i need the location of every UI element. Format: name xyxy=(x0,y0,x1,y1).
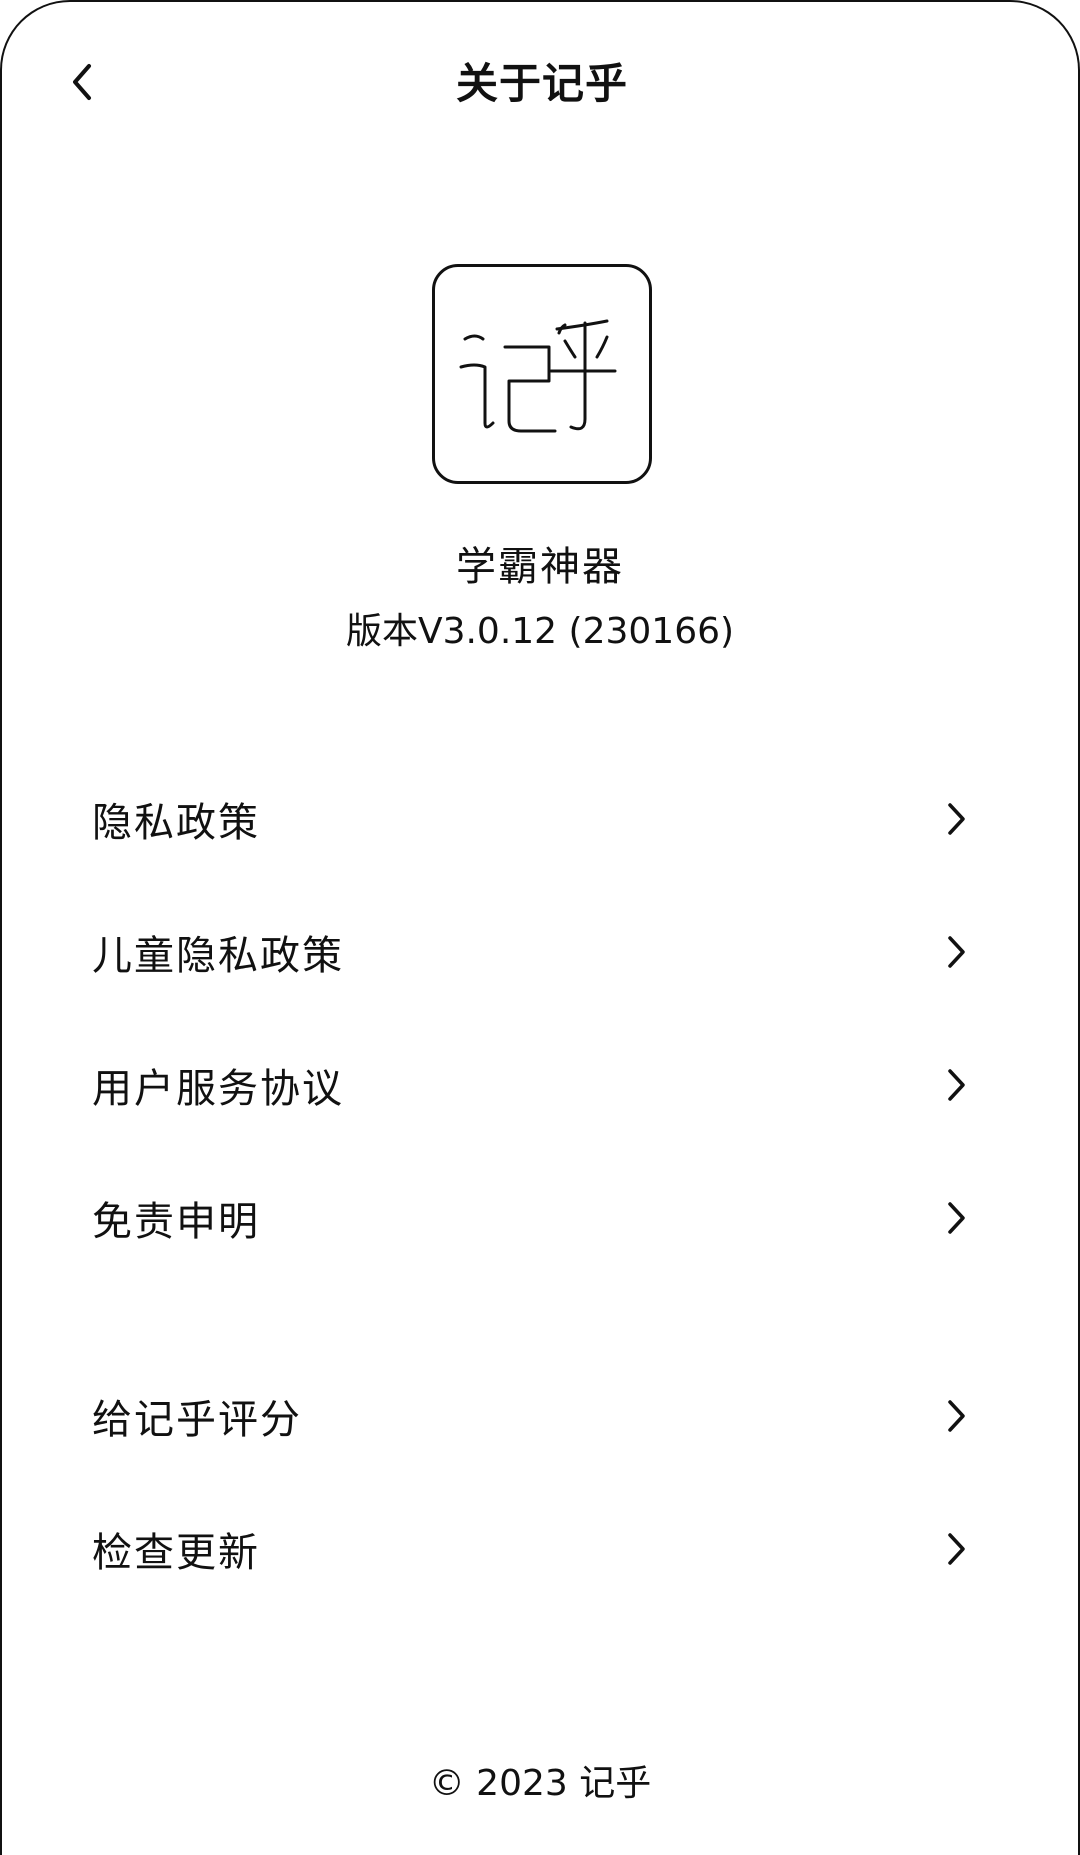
app-name: 学霸神器 xyxy=(456,544,624,590)
menu-item-user-agreement[interactable]: 用户服务协议 xyxy=(2,1030,1080,1140)
chevron-right-icon xyxy=(942,932,972,972)
menu-item-disclaimer[interactable]: 免责申明 xyxy=(2,1163,1080,1273)
menu-item-label: 免责申明 xyxy=(92,1199,260,1245)
app-logo xyxy=(432,264,652,484)
chevron-right-icon xyxy=(942,1529,972,1569)
about-screen: 关于记乎 学霸神器 版本V3.0.12 (230166) 隐私政策 儿童隐私政策… xyxy=(0,0,1080,1855)
chevron-right-icon xyxy=(942,1396,972,1436)
menu-item-label: 给记乎评分 xyxy=(92,1397,302,1443)
menu-item-label: 儿童隐私政策 xyxy=(92,933,344,979)
menu-item-label: 用户服务协议 xyxy=(92,1066,344,1112)
page-title: 关于记乎 xyxy=(455,59,628,108)
menu-item-children-privacy-policy[interactable]: 儿童隐私政策 xyxy=(2,897,1080,1007)
menu-item-privacy-policy[interactable]: 隐私政策 xyxy=(2,764,1080,874)
menu-item-label: 隐私政策 xyxy=(92,800,260,846)
chevron-right-icon xyxy=(942,799,972,839)
copyright-text: © 2023 记乎 xyxy=(428,1763,652,1804)
chevron-right-icon xyxy=(942,1198,972,1238)
menu-item-rate-app[interactable]: 给记乎评分 xyxy=(2,1361,1080,1471)
app-logo-mark xyxy=(459,319,617,433)
menu-item-label: 检查更新 xyxy=(92,1530,260,1576)
chevron-right-icon xyxy=(942,1065,972,1105)
menu-item-check-update[interactable]: 检查更新 xyxy=(2,1494,1080,1604)
app-version: 版本V3.0.12 (230166) xyxy=(345,611,735,652)
top-bar: 关于记乎 xyxy=(2,32,1080,132)
